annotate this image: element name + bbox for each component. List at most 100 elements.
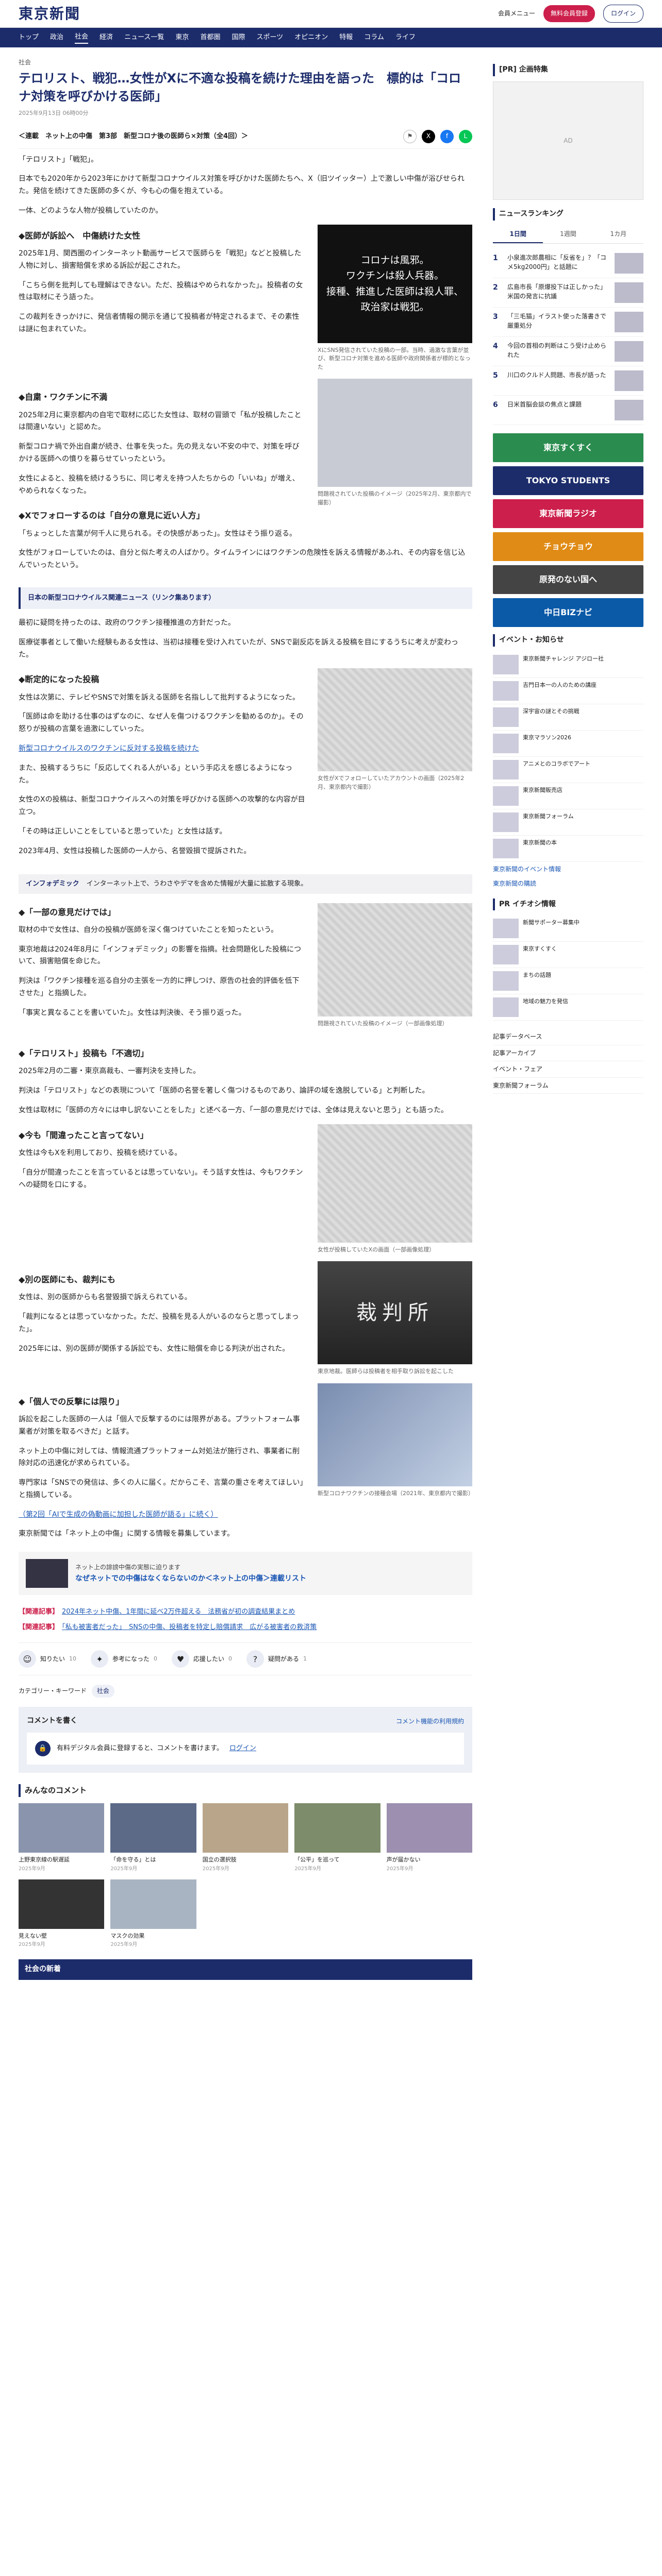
reaction-support[interactable]: ♥ 応援したい 0 (172, 1650, 232, 1668)
nav-item[interactable]: ニュース一覧 (124, 32, 164, 43)
ranking-item[interactable]: 2 広島市長「原爆投下は正しかった」米国の発言に抗議 (493, 278, 643, 308)
photo-image (318, 379, 472, 487)
nav-item[interactable]: ライフ (395, 32, 416, 43)
pr-title: 東京すくすく (523, 945, 557, 953)
paragraph: 2023年4月、女性は投稿した医師の一人から、名誉毀損で提訴された。 (19, 846, 251, 855)
service-link[interactable]: イベント・フェア (493, 1061, 643, 1078)
nav-item[interactable]: スポーツ (256, 32, 283, 43)
rank-number: 2 (493, 283, 498, 292)
banner[interactable]: 東京すくすく (493, 433, 643, 462)
popular-card[interactable]: 国立の選択肢 2025年9月 (202, 1803, 289, 1873)
ranking-item[interactable]: 6 日米首脳会談の焦点と課題 (493, 396, 643, 425)
side-link[interactable]: 東京新聞のイベント情報 (493, 862, 643, 876)
pr-title: まちの話題 (523, 972, 551, 979)
keyword-chip[interactable]: 社会 (91, 1685, 114, 1698)
card-date: 2025年9月 (386, 1866, 413, 1872)
banner[interactable]: 原発のない国へ (493, 565, 643, 594)
ranking-item[interactable]: 1 小泉進次郎農相に「反省を」？「コメ5kg2000円」と話題に (493, 249, 643, 278)
nav-item[interactable]: トップ (19, 32, 39, 43)
event-item[interactable]: 東京新聞販売店 (493, 783, 643, 809)
rank-number: 4 (493, 342, 498, 350)
popular-card[interactable]: 見えない壁 2025年9月 (19, 1879, 105, 1950)
banner[interactable]: TOKYO STUDENTS (493, 466, 643, 495)
reaction-want-to-know[interactable]: ☺ 知りたい 10 (19, 1650, 76, 1668)
site-logo[interactable]: 東京新聞 (19, 2, 80, 26)
popular-card[interactable]: 上野東京線の駅遅延 2025年9月 (19, 1803, 105, 1873)
nav-item[interactable]: 東京 (175, 32, 189, 43)
pr-item[interactable]: 新聞サポーター募集中 (493, 916, 643, 942)
heart-icon: ♥ (172, 1650, 190, 1668)
service-link[interactable]: 記事アーカイブ (493, 1045, 643, 1062)
card-thumbnail (294, 1803, 380, 1853)
bookmark-icon[interactable]: ⚑ (403, 129, 417, 143)
article-title: テロリスト、戦犯…女性がXに不適な投稿を続けた理由を語った 標的は「コロナ対策を… (19, 71, 461, 104)
glossary-term: インフォデミック (26, 879, 79, 888)
rank-title: 今回の首相の判断はこう受け止められた (507, 342, 607, 359)
ad-slot[interactable]: AD (493, 81, 643, 200)
ranking-item[interactable]: 3 「三毛猫」イラスト使った落書きで厳重処分 (493, 308, 643, 337)
service-link[interactable]: 記事データベース (493, 1029, 643, 1045)
nav-item-active[interactable]: 社会 (75, 31, 89, 44)
paragraph: 医療従事者として働いた経験もある女性は、当初は接種を受け入れていたが、SNSで副… (19, 638, 458, 659)
nav-item[interactable]: 経済 (100, 32, 113, 43)
nav-item[interactable]: 政治 (50, 32, 63, 43)
ranking-item[interactable]: 5 川口のクルド人問題、市長が語った (493, 366, 643, 396)
login-button[interactable]: ログイン (603, 5, 643, 23)
popular-card[interactable]: 「命を守る」とは 2025年9月 (110, 1803, 196, 1873)
banner[interactable]: 中日BIZナビ (493, 598, 643, 627)
register-button[interactable]: 無料会員登録 (543, 5, 595, 22)
next-article-link[interactable]: （第2回「AIで生成の偽動画に加担した医師が語る」に続く） (19, 1511, 218, 1519)
event-item[interactable]: アニメとのコラボでアート (493, 757, 643, 783)
line-share-icon[interactable]: L (459, 129, 472, 143)
related-link-box[interactable]: 日本の新型コロナウイルス関連ニュース（リンク集あります） (19, 587, 472, 609)
service-link[interactable]: 東京新聞フォーラム (493, 1078, 643, 1094)
nav-item[interactable]: 首都圏 (200, 32, 220, 43)
event-item[interactable]: 吉門日本一の人のための講座 (493, 678, 643, 704)
tab-1day[interactable]: 1日間 (493, 226, 543, 243)
card-date: 2025年9月 (294, 1866, 321, 1872)
nav-item[interactable]: オピニオン (294, 32, 328, 43)
pr-item[interactable]: 地域の魅力を発信 (493, 994, 643, 1021)
promo-link[interactable]: なぜネットでの中傷はなくならないのか＜ネット上の中傷＞連載リスト (75, 1573, 306, 1585)
pr-item[interactable]: 東京すくすく (493, 942, 643, 969)
event-item[interactable]: 東京新聞フォーラム (493, 809, 643, 836)
rank-number: 3 (493, 312, 498, 321)
card-thumbnail (110, 1879, 196, 1929)
related-link[interactable]: 2024年ネット中傷、1年間に延べ2万件超える 法務省が初の調査結果まとめ (62, 1608, 295, 1616)
popular-card[interactable]: 「公平」を巡って 2025年9月 (294, 1803, 380, 1873)
nav-item[interactable]: 国際 (231, 32, 245, 43)
pr-item[interactable]: まちの話題 (493, 968, 643, 995)
nav-item[interactable]: コラム (364, 32, 384, 43)
event-item[interactable]: 東京新聞の本 (493, 836, 643, 862)
side-link[interactable]: 東京新聞の購読 (493, 876, 643, 891)
keywords-label: カテゴリー・キーワード (19, 1687, 87, 1695)
event-item[interactable]: 深宇宙の謎とその挑戦 (493, 704, 643, 731)
related-articles: 【関連記事】 2024年ネット中傷、1年間に延べ2万件超える 法務省が初の調査結果… (19, 1606, 472, 1633)
inline-article-link[interactable]: 新型コロナウイルスのワクチンに反対する投稿を続けた (19, 744, 199, 753)
paragraph: 一体、どのような人物が投稿していたのか。 (19, 207, 163, 215)
facebook-share-icon[interactable]: f (440, 129, 454, 143)
category-tag[interactable]: 社会 (19, 57, 31, 67)
ranking-item[interactable]: 4 今回の首相の判断はこう受け止められた (493, 337, 643, 366)
tab-1month[interactable]: 1カ月 (593, 226, 643, 243)
related-link[interactable]: 「私も被害者だった」 SNSの中傷、投稿者を特定し賠償請求 広がる被害者の救済策 (62, 1623, 317, 1631)
popular-card[interactable]: マスクの効果 2025年9月 (110, 1879, 196, 1950)
reaction-label: 応援したい (193, 1655, 225, 1663)
banner[interactable]: チョウチョウ (493, 532, 643, 561)
event-item[interactable]: 東京新聞チャレンジ アジロー社 (493, 652, 643, 678)
figure-caption: 問題視されていた投稿のイメージ（2025年2月、東京都内で撮影） (318, 490, 472, 506)
x-share-icon[interactable]: X (422, 129, 435, 143)
series-promo[interactable]: ネット上の誹謗中傷の実態に迫ります なぜネットでの中傷はなくならないのか＜ネット… (19, 1552, 472, 1596)
nav-item[interactable]: 特報 (339, 32, 353, 43)
comment-login-link[interactable]: ログイン (229, 1743, 256, 1754)
comment-guide-link[interactable]: コメント機能の利用規約 (396, 1716, 464, 1726)
figure-tv-screen: コロナは風邪。 ワクチンは殺人兵器。 接種、推進した医師は殺人罪、 政治家は戦犯… (318, 224, 472, 372)
reaction-question[interactable]: ? 疑問がある 1 (246, 1650, 307, 1668)
tab-1week[interactable]: 1週間 (543, 226, 593, 243)
member-menu-link[interactable]: 会員メニュー (498, 8, 535, 19)
reaction-helpful[interactable]: ✦ 参考になった 0 (91, 1650, 157, 1668)
popular-card[interactable]: 声が届かない 2025年9月 (386, 1803, 472, 1873)
banner[interactable]: 東京新聞ラジオ (493, 499, 643, 528)
event-item[interactable]: 東京マラソン2026 (493, 731, 643, 757)
figure-caption: 女性がXでフォローしていたアカウントの画面（2025年2月、東京都内で撮影） (318, 775, 465, 790)
